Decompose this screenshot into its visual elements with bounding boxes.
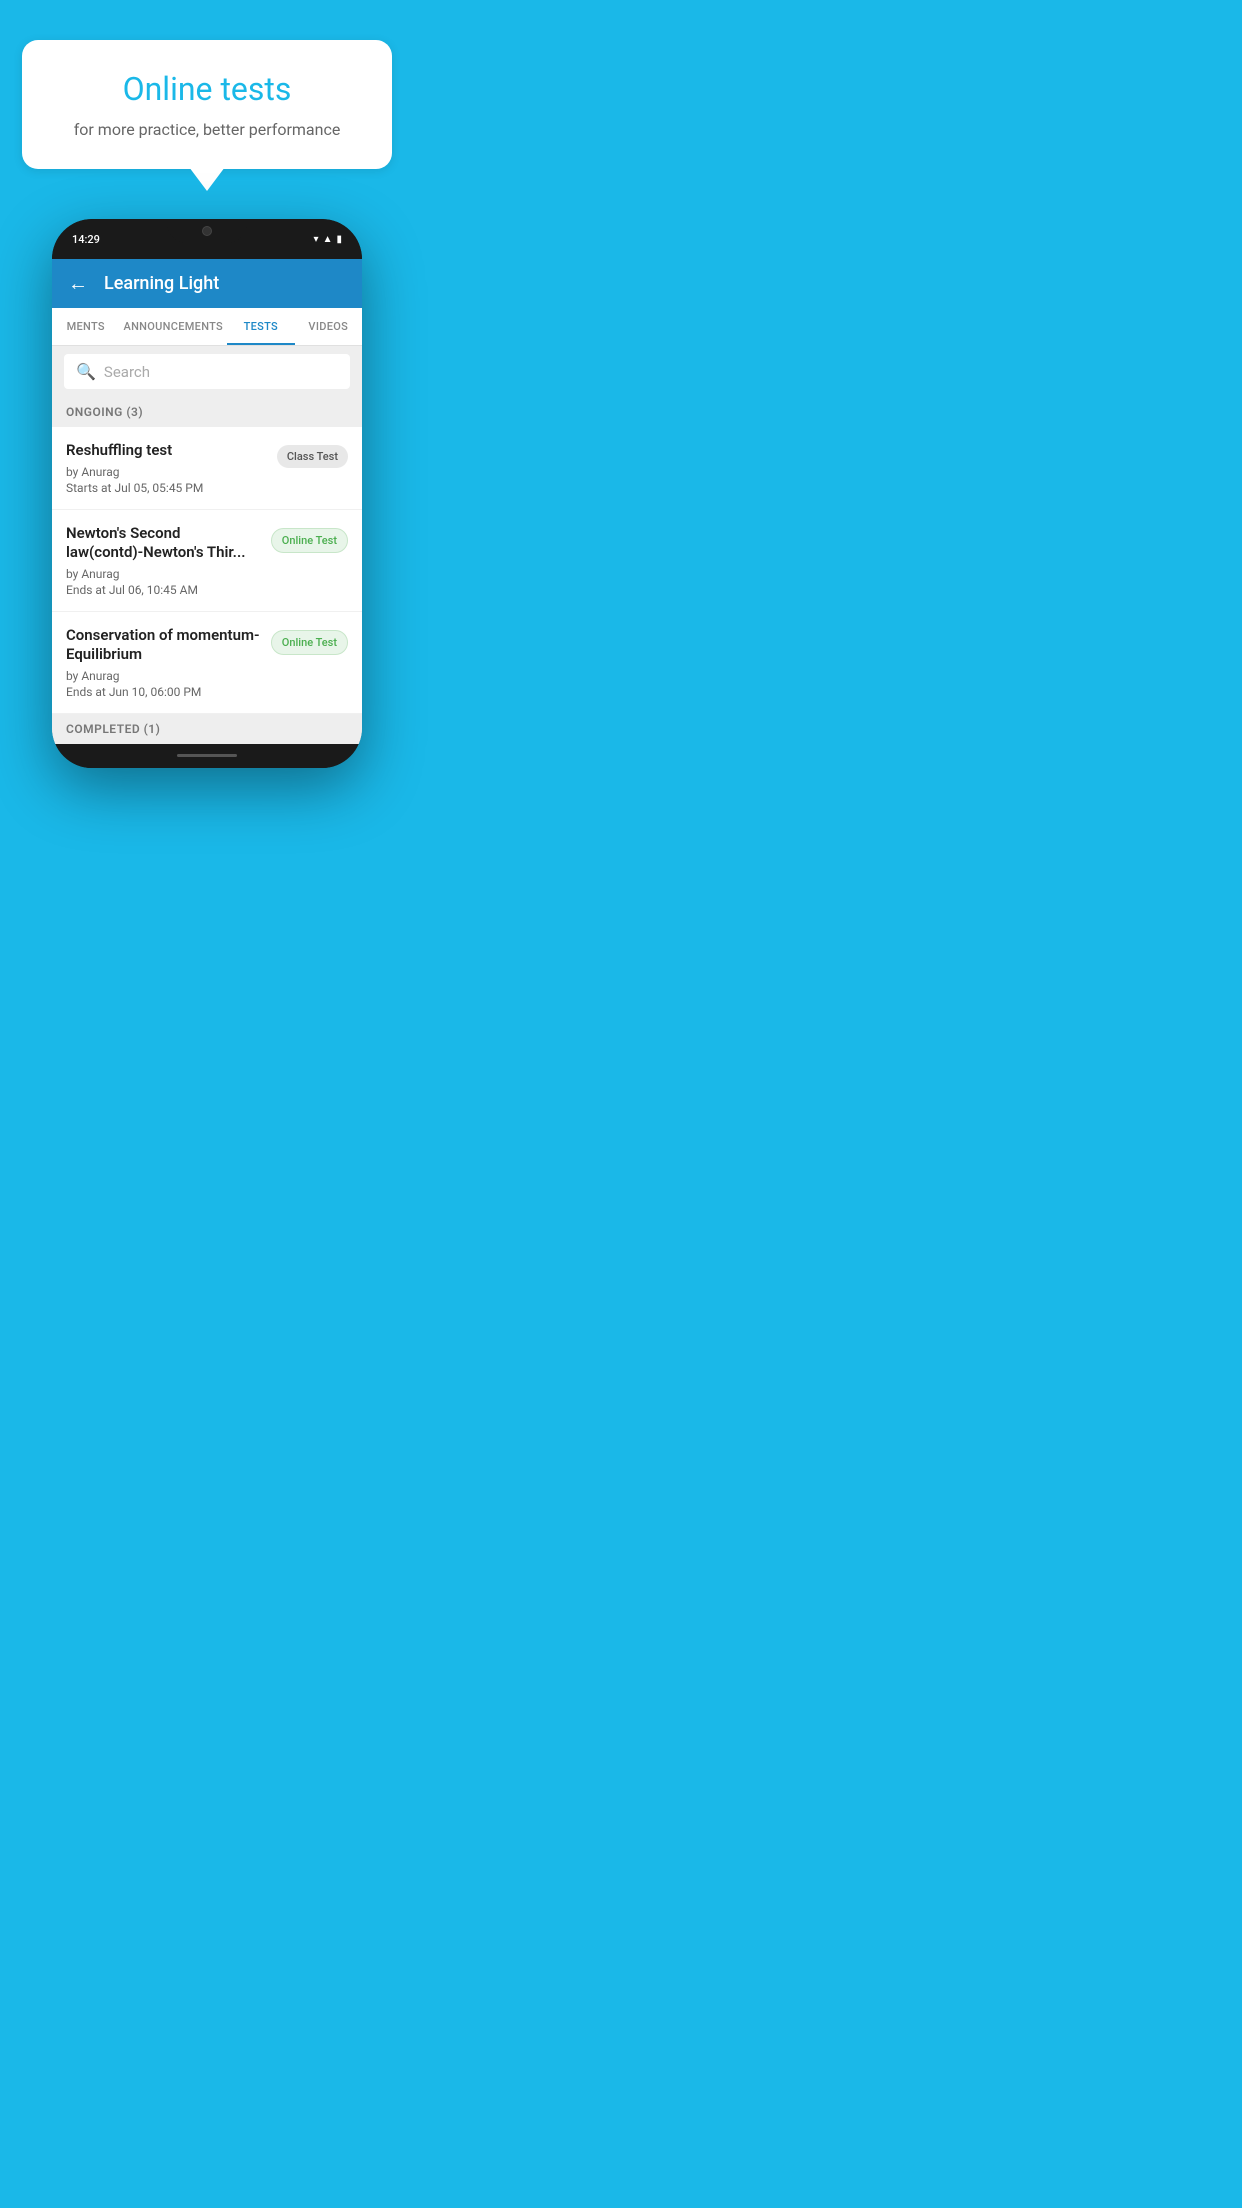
test-info-3: Conservation of momentum-Equilibrium by … [66, 626, 271, 699]
phone-device: 14:29 ▾ ▲ ▮ ← Learning Light MENTS [52, 219, 362, 768]
test-info-2: Newton's Second law(contd)-Newton's Thir… [66, 524, 271, 597]
wifi-icon: ▾ [314, 234, 319, 245]
search-container: 🔍 Search [52, 346, 362, 397]
badge-1: Class Test [277, 445, 348, 468]
app-title: Learning Light [104, 273, 219, 294]
test-item-2[interactable]: Newton's Second law(contd)-Newton's Thir… [52, 510, 362, 612]
test-title-1: Reshuffling test [66, 441, 267, 461]
phone-bottom [52, 744, 362, 768]
speech-bubble-subtitle: for more practice, better performance [46, 120, 368, 139]
speech-bubble-title: Online tests [46, 70, 368, 108]
test-date-3: Ends at Jun 10, 06:00 PM [66, 685, 261, 699]
badge-2: Online Test [271, 528, 348, 553]
test-list: Reshuffling test by Anurag Starts at Jul… [52, 427, 362, 714]
back-button[interactable]: ← [68, 271, 88, 296]
app-header: ← Learning Light [52, 259, 362, 308]
test-by-1: by Anurag [66, 465, 267, 479]
search-icon: 🔍 [76, 362, 96, 381]
camera [202, 226, 212, 236]
tabs-container: MENTS ANNOUNCEMENTS TESTS VIDEOS [52, 308, 362, 346]
tab-ments[interactable]: MENTS [52, 308, 119, 345]
test-date-2: Ends at Jul 06, 10:45 AM [66, 583, 261, 597]
test-item-3[interactable]: Conservation of momentum-Equilibrium by … [52, 612, 362, 714]
phone-wrapper: 14:29 ▾ ▲ ▮ ← Learning Light MENTS [0, 219, 414, 808]
status-icons: ▾ ▲ ▮ [314, 234, 342, 245]
test-by-3: by Anurag [66, 669, 261, 683]
completed-section-header: COMPLETED (1) [52, 714, 362, 744]
speech-bubble: Online tests for more practice, better p… [22, 40, 392, 169]
status-bar: 14:29 ▾ ▲ ▮ [52, 219, 362, 259]
ongoing-section-header: ONGOING (3) [52, 397, 362, 427]
test-title-2: Newton's Second law(contd)-Newton's Thir… [66, 524, 261, 563]
test-info-1: Reshuffling test by Anurag Starts at Jul… [66, 441, 277, 495]
signal-icon: ▲ [323, 234, 333, 245]
tab-videos[interactable]: VIDEOS [295, 308, 362, 345]
badge-3: Online Test [271, 630, 348, 655]
home-indicator [177, 754, 237, 757]
search-placeholder: Search [104, 363, 150, 381]
speech-bubble-section: Online tests for more practice, better p… [0, 0, 414, 169]
test-date-1: Starts at Jul 05, 05:45 PM [66, 481, 267, 495]
app-screen: ← Learning Light MENTS ANNOUNCEMENTS TES… [52, 259, 362, 744]
battery-icon: ▮ [336, 234, 342, 245]
search-bar[interactable]: 🔍 Search [64, 354, 350, 389]
notch [167, 219, 247, 243]
tab-announcements[interactable]: ANNOUNCEMENTS [119, 308, 227, 345]
test-title-3: Conservation of momentum-Equilibrium [66, 626, 261, 665]
test-item-1[interactable]: Reshuffling test by Anurag Starts at Jul… [52, 427, 362, 510]
status-time: 14:29 [72, 233, 100, 246]
test-by-2: by Anurag [66, 567, 261, 581]
tab-tests[interactable]: TESTS [227, 308, 294, 345]
